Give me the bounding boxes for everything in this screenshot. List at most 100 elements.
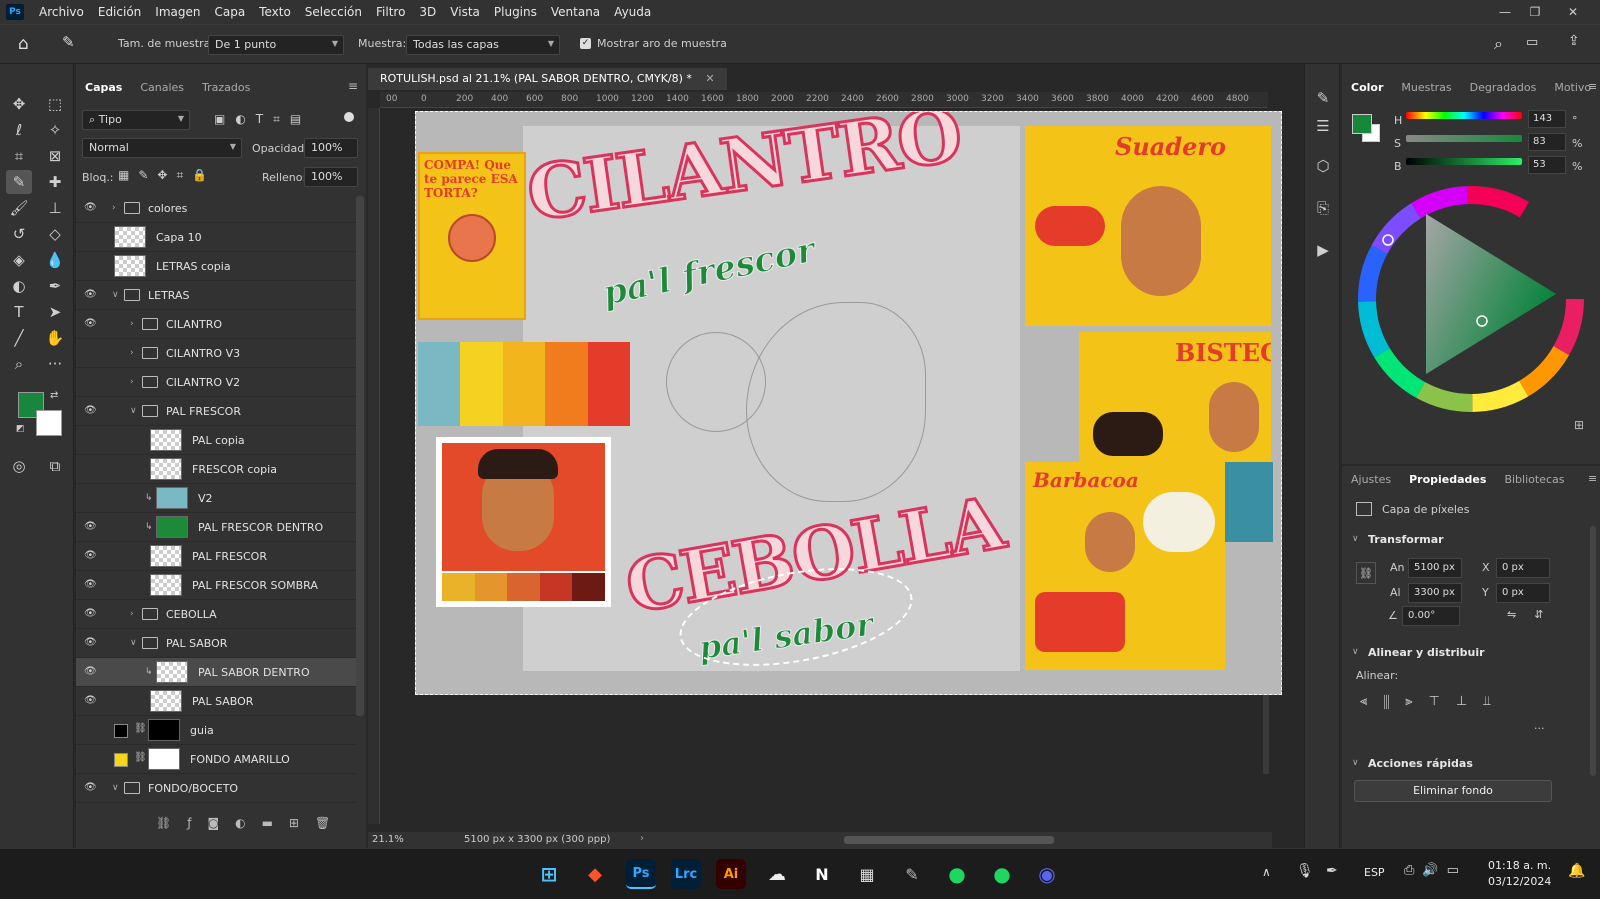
restore-icon[interactable]: ❐	[1520, 0, 1550, 24]
layer-row[interactable]: FRESCOR copia	[76, 455, 356, 484]
notification-bell-icon[interactable]: 🔔	[1568, 863, 1585, 879]
chevron-down-icon[interactable]: ∨	[1352, 758, 1359, 768]
clock-time[interactable]: 01:18 a. m.	[1488, 859, 1551, 872]
remove-background-button[interactable]: Eliminar fondo	[1354, 780, 1552, 802]
healing-brush-icon[interactable]: ✚	[42, 170, 68, 194]
chevron-right-icon[interactable]: ›	[130, 377, 134, 387]
visibility-eye-icon[interactable]: 👁	[84, 202, 98, 214]
layer-row[interactable]: 👁 ↳ PAL SABOR DENTRO	[76, 658, 356, 687]
illustrator-app-icon[interactable]: Ai	[716, 859, 746, 889]
blur-tool-icon[interactable]: 💧	[42, 248, 68, 272]
menu-filtro[interactable]: Filtro	[369, 5, 412, 19]
tab-canales[interactable]: Canales	[131, 74, 193, 100]
zoom-level[interactable]: 21.1%	[372, 834, 404, 845]
lightroom-classic-icon[interactable]: Lrc	[671, 859, 701, 889]
tab-bibliotecas[interactable]: Bibliotecas	[1495, 466, 1573, 492]
chevron-up-icon[interactable]: ∧	[1262, 865, 1271, 879]
chevron-right-icon[interactable]: ›	[640, 833, 644, 844]
tab-degradados[interactable]: Degradados	[1461, 74, 1546, 100]
saturation-field[interactable]: 83	[1528, 133, 1566, 151]
sample-dropdown[interactable]: Todas las capas ▼	[406, 35, 560, 55]
show-ring-checkbox[interactable]: ✓	[580, 38, 591, 49]
tab-capas[interactable]: Capas	[76, 74, 132, 100]
layer-row[interactable]: 👁 PAL FRESCOR	[76, 542, 356, 571]
angle-field[interactable]: 0.00°	[1402, 606, 1460, 626]
brightness-slider[interactable]	[1406, 158, 1522, 165]
layer-row[interactable]: 👁 › colores	[76, 194, 356, 223]
document-tab[interactable]: ROTULISH.psd al 21.1% (PAL SABOR DENTRO,…	[368, 68, 727, 90]
language-indicator[interactable]: ESP	[1364, 866, 1385, 879]
visibility-eye-icon[interactable]	[84, 492, 98, 504]
layer-row[interactable]: 👁 › CEBOLLA	[76, 600, 356, 629]
height-field[interactable]: 3300 px	[1408, 583, 1462, 603]
layer-row[interactable]: 👁 ∨ FONDO/BOCETO	[76, 774, 356, 803]
home-icon[interactable]: ⌂	[18, 34, 29, 54]
flip-icons[interactable]: ⇋⇵	[1507, 608, 1561, 621]
visibility-eye-icon[interactable]: 👁	[84, 550, 98, 562]
cloud-app-icon[interactable]: ☁	[762, 859, 792, 889]
swap-colors-icon[interactable]: ⇄	[50, 390, 58, 401]
width-field[interactable]: 5100 px	[1408, 558, 1462, 578]
panel-menu-icon[interactable]: ≡	[1588, 472, 1597, 485]
transform-section-title[interactable]: Transformar	[1368, 533, 1444, 546]
close-icon[interactable]: ✕	[1558, 0, 1588, 24]
visibility-eye-icon[interactable]: 👁	[84, 695, 98, 707]
crop-tool-icon[interactable]: ⌗	[6, 144, 32, 168]
layer-row[interactable]: ↳ V2	[76, 484, 356, 513]
visibility-eye-icon[interactable]: 👁	[84, 405, 98, 417]
visibility-eye-icon[interactable]	[84, 376, 98, 388]
visibility-eye-icon[interactable]: 👁	[84, 608, 98, 620]
visibility-eye-icon[interactable]: 👁	[84, 289, 98, 301]
saturation-slider[interactable]	[1406, 135, 1522, 142]
chevron-right-icon[interactable]: ›	[130, 348, 134, 358]
blend-mode-dropdown[interactable]: Normal ▼	[82, 138, 242, 158]
menu-edicion[interactable]: Edición	[91, 5, 148, 19]
menu-archivo[interactable]: Archivo	[32, 5, 91, 19]
menu-ventana[interactable]: Ventana	[544, 5, 607, 19]
spotify-icon-2[interactable]: ●	[987, 859, 1017, 889]
file-explorer-icon[interactable]: ▦	[852, 859, 882, 889]
chevron-right-icon[interactable]: ›	[130, 609, 134, 619]
layer-row[interactable]: LETRAS copia	[76, 252, 356, 281]
menu-seleccion[interactable]: Selección	[298, 5, 369, 19]
visibility-eye-icon[interactable]: 👁	[84, 637, 98, 649]
visibility-eye-icon[interactable]	[84, 231, 98, 243]
menu-ayuda[interactable]: Ayuda	[607, 5, 658, 19]
menu-plugins[interactable]: Plugins	[487, 5, 544, 19]
layer-actions-bar[interactable]: ⛓ƒ◙◐▬⊞🗑	[156, 816, 346, 830]
brush-settings-icon[interactable]: ✎	[1310, 86, 1336, 110]
y-field[interactable]: 0 px	[1496, 583, 1550, 603]
visibility-eye-icon[interactable]	[84, 753, 98, 765]
visibility-eye-icon[interactable]: 👁	[84, 318, 98, 330]
layer-row[interactable]: ⛓ FONDO AMARILLO	[76, 745, 356, 774]
paint-bucket-icon[interactable]: ◈	[6, 248, 32, 272]
layer-row[interactable]: 👁 ∨ PAL SABOR	[76, 629, 356, 658]
hand-tool-icon[interactable]: ✋	[42, 326, 68, 350]
chevron-down-icon[interactable]: ∨	[1352, 534, 1359, 544]
layer-row[interactable]: 👁 PAL FRESCOR SOMBRA	[76, 571, 356, 600]
panel-menu-icon[interactable]: ≡	[1588, 80, 1597, 93]
tab-color[interactable]: Color	[1342, 74, 1393, 100]
link-icon[interactable]: ⛓	[1356, 562, 1376, 584]
menu-imagen[interactable]: Imagen	[148, 5, 207, 19]
layer-row[interactable]: PAL copia	[76, 426, 356, 455]
filter-toggle-icon[interactable]	[344, 112, 354, 122]
x-field[interactable]: 0 px	[1496, 558, 1550, 578]
lasso-tool-icon[interactable]: ℓ	[6, 118, 32, 142]
eyedropper-tool-icon[interactable]: ✎	[6, 170, 32, 194]
chevron-down-icon[interactable]: ∨	[130, 406, 137, 416]
tool-app-icon[interactable]: ✎	[897, 859, 927, 889]
dodge-tool-icon[interactable]: ◐	[6, 274, 32, 298]
foreground-color-chip[interactable]	[1352, 114, 1372, 134]
sample-size-dropdown[interactable]: De 1 punto ▼	[208, 35, 344, 55]
align-section-title[interactable]: Alinear y distribuir	[1368, 646, 1485, 659]
background-color-swatch[interactable]	[36, 410, 62, 436]
minimize-icon[interactable]: —	[1490, 0, 1520, 24]
default-colors-icon[interactable]: ◩	[16, 424, 25, 434]
color-wheel[interactable]	[1356, 184, 1586, 414]
pen-tool-icon[interactable]: ✒	[42, 274, 68, 298]
more-options-icon[interactable]: ···	[1534, 722, 1545, 735]
layer-row[interactable]: ⛓ guia	[76, 716, 356, 745]
menu-vista[interactable]: Vista	[443, 5, 487, 19]
layer-row[interactable]: 👁 ∨ LETRAS	[76, 281, 356, 310]
